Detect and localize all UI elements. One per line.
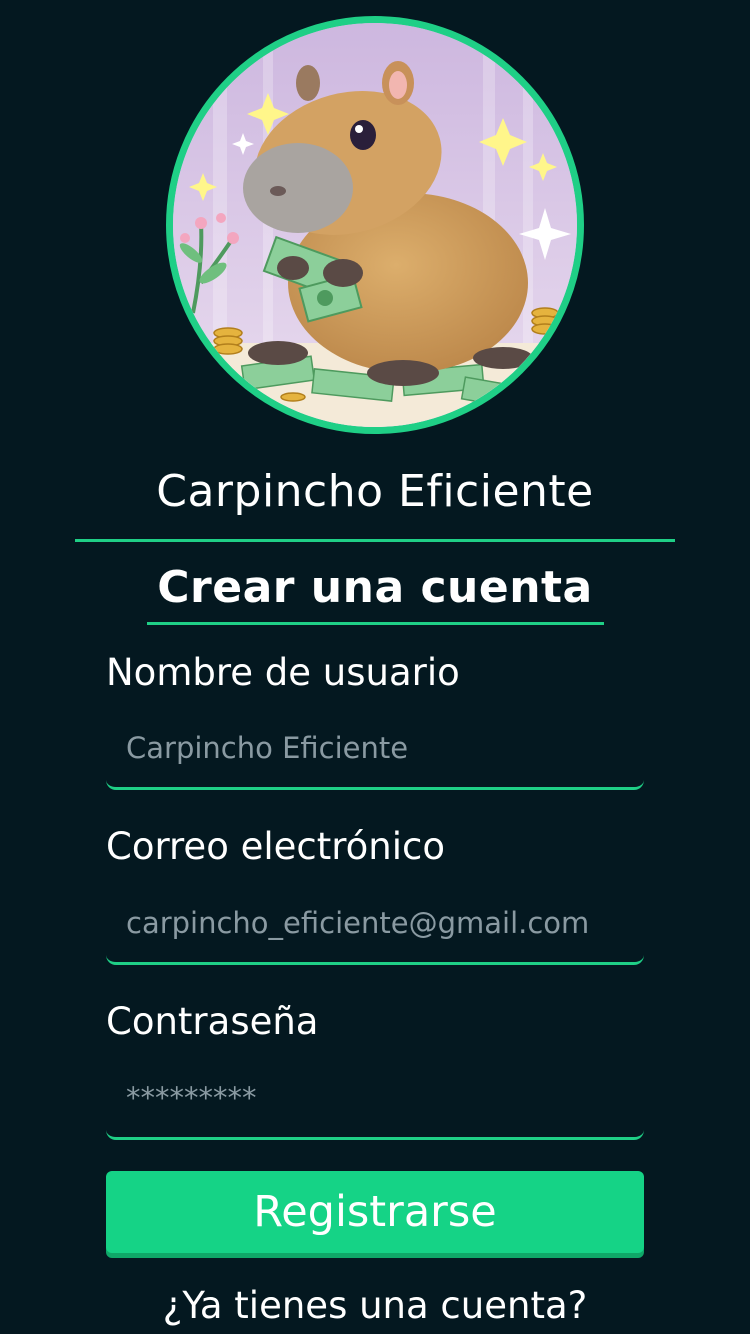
email-input[interactable] xyxy=(106,883,644,965)
password-input[interactable] xyxy=(106,1058,644,1140)
title-divider xyxy=(75,539,675,542)
password-label: Contraseña xyxy=(106,1000,319,1043)
username-label: Nombre de usuario xyxy=(106,651,460,694)
login-link[interactable]: ¿Ya tienes una cuenta? xyxy=(0,1284,750,1327)
username-input[interactable] xyxy=(106,708,644,790)
capybara-illustration xyxy=(173,23,577,427)
heading-underline xyxy=(147,622,604,625)
register-button[interactable]: Registrarse xyxy=(106,1171,644,1253)
email-label: Correo electrónico xyxy=(106,825,445,868)
app-title: Carpincho Eficiente xyxy=(156,466,594,517)
avatar xyxy=(166,16,584,434)
page-title: Crear una cuenta xyxy=(157,562,593,613)
